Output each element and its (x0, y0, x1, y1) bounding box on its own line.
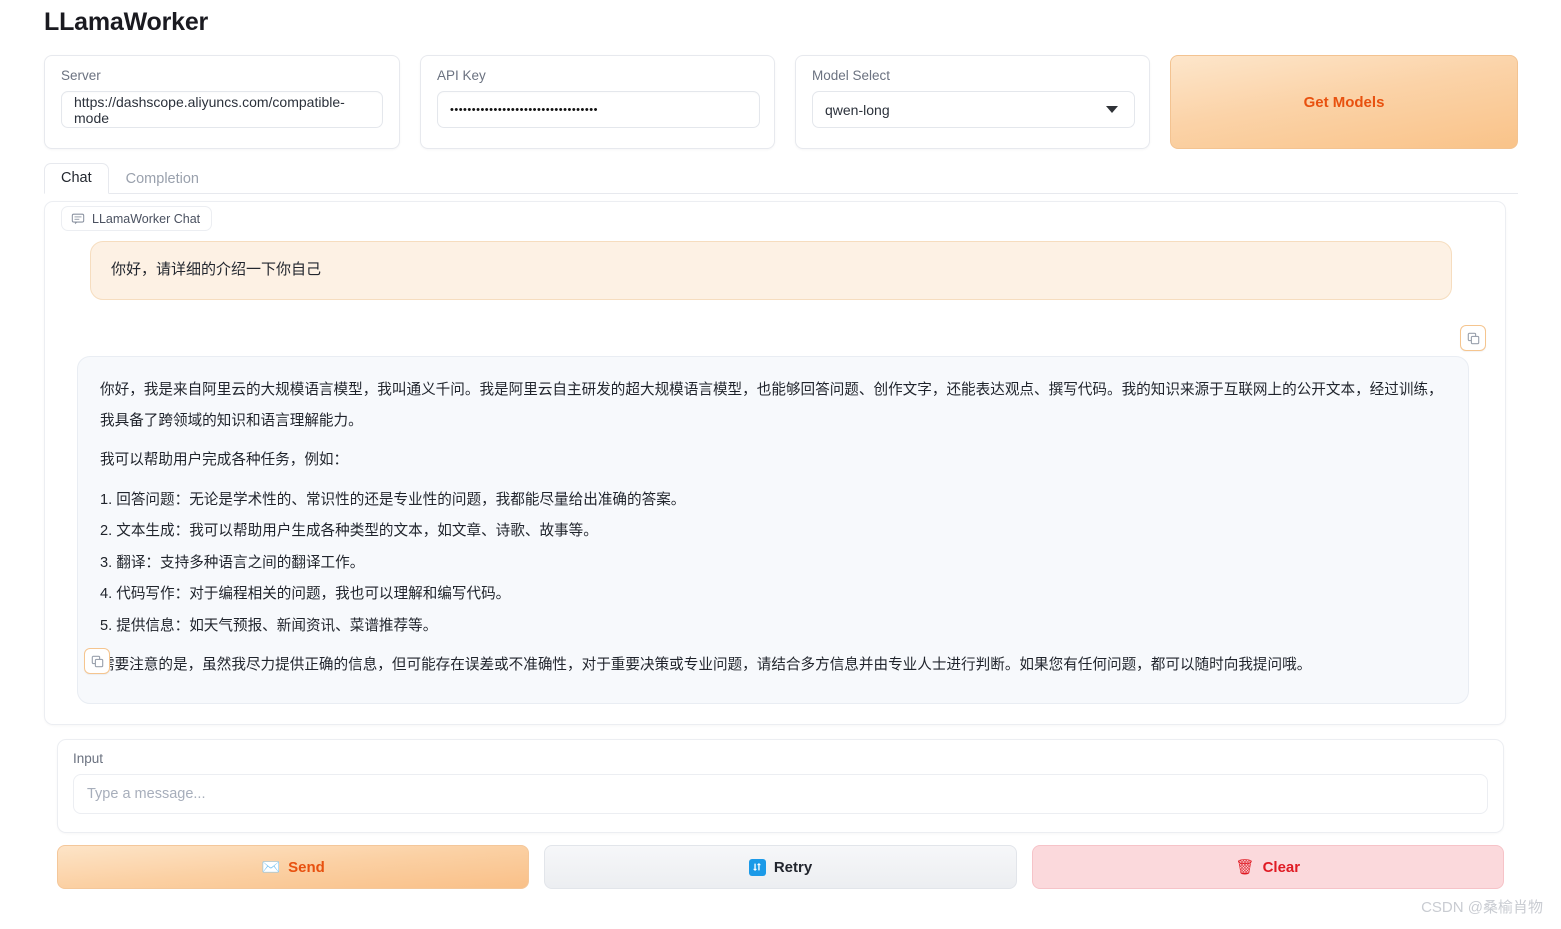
watermark: CSDN @桑榆肖物 (1421, 899, 1543, 916)
assistant-list-item: 4. 代码写作：对于编程相关的问题，我也可以理解和编写代码。 (100, 586, 511, 602)
chat-panel-tag: LLamaWorker Chat (61, 206, 213, 231)
copy-icon (91, 655, 103, 667)
assistant-list-item: 5. 提供信息：如天气预报、新闻资讯、菜谱推荐等。 (100, 617, 438, 634)
assistant-list-intro: 我可以帮助用户完成各种任务，例如： (100, 452, 349, 468)
refresh-icon (748, 858, 766, 876)
copy-icon (1467, 332, 1479, 344)
api-key-label: API Key (437, 68, 486, 83)
model-select-field: Model Select qwen-long (796, 56, 1149, 148)
api-key-input[interactable]: •••••••••••••••••••••••••••••••••• (437, 91, 760, 128)
model-select-label: Model Select (812, 68, 891, 83)
api-key-card: API Key ••••••••••••••••••••••••••••••••… (420, 55, 775, 149)
chevron-down-icon (1106, 106, 1118, 113)
message-input-placeholder: Type a message... (87, 786, 206, 802)
assistant-message: 你好，我是来自阿里云的大规模语言模型，我叫通义千问。我是阿里云自主研发的超大规模… (77, 356, 1469, 704)
send-button[interactable]: ✉️ Send (57, 845, 530, 889)
send-button-label: Send (288, 858, 325, 876)
input-panel: Input Type a message... (57, 739, 1504, 833)
api-key-field: API Key ••••••••••••••••••••••••••••••••… (421, 56, 774, 148)
model-select-card: Model Select qwen-long (795, 55, 1150, 149)
server-input[interactable]: https://dashscope.aliyuncs.com/compatibl… (61, 91, 383, 128)
retry-button[interactable]: Retry (544, 845, 1017, 889)
input-label: Input (73, 751, 104, 766)
model-select-dropdown[interactable]: qwen-long (812, 91, 1135, 128)
page-title: LLamaWorker (44, 8, 209, 36)
clear-button[interactable]: 🗑 Clear (1031, 845, 1504, 889)
envelope-icon: ✉️ (261, 858, 281, 876)
speech-bubble-icon (71, 212, 85, 226)
config-bar: Server https://dashscope.aliyuncs.com/co… (44, 55, 1518, 149)
action-bar: ✉️ Send Retry 🗑 Clear (57, 845, 1504, 889)
get-models-button[interactable]: Get Models (1170, 55, 1518, 149)
message-list: 你好，请详细的介绍一下你自己 你好，我是来自阿里云的大规模语言模型，我叫通义千问… (45, 232, 1505, 724)
chat-panel: LLamaWorker Chat 你好，请详细的介绍一下你自己 你好，我是来自阿… (44, 201, 1506, 725)
copy-user-message-button[interactable] (1460, 325, 1486, 351)
server-label: Server (61, 68, 101, 83)
assistant-list-item: 2. 文本生成：我可以帮助用户生成各种类型的文本，如文章、诗歌、故事等。 (100, 523, 598, 539)
tab-bar: Chat Completion (44, 163, 1518, 194)
tab-completion[interactable]: Completion (109, 164, 216, 194)
clear-button-label: Clear (1262, 858, 1301, 876)
user-message: 你好，请详细的介绍一下你自己 (90, 241, 1452, 300)
assistant-intro-paragraph: 你好，我是来自阿里云的大规模语言模型，我叫通义千问。我是阿里云自主研发的超大规模… (100, 382, 1443, 429)
app-root: LLamaWorker Server https://dashscope.ali… (0, 0, 1561, 929)
server-card: Server https://dashscope.aliyuncs.com/co… (44, 55, 400, 149)
tab-chat[interactable]: Chat (44, 163, 109, 194)
model-select-value: qwen-long (825, 101, 890, 118)
copy-assistant-message-button[interactable] (84, 648, 110, 674)
assistant-outro-paragraph: 需要注意的是，虽然我尽力提供正确的信息，但可能存在误差或不准确性，对于重要决策或… (100, 657, 1312, 673)
retry-button-label: Retry (773, 858, 813, 876)
chat-panel-tag-label: LLamaWorker Chat (92, 211, 201, 226)
trash-icon: 🗑 (1235, 858, 1255, 876)
assistant-list-item: 1. 回答问题：无论是学术性的、常识性的还是专业性的问题，我都能尽量给出准确的答… (100, 491, 686, 508)
server-field: Server https://dashscope.aliyuncs.com/co… (45, 56, 399, 148)
message-input[interactable]: Type a message... (73, 774, 1488, 814)
assistant-list-item: 3. 翻译：支持多种语言之间的翻译工作。 (100, 554, 365, 571)
